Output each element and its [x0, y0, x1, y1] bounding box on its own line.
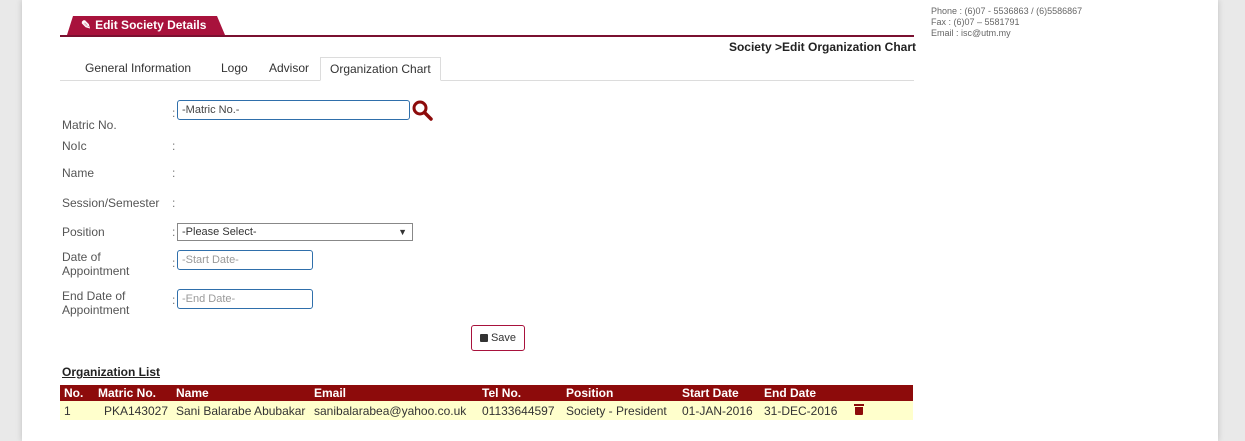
tab-organization-chart[interactable]: Organization Chart — [320, 57, 441, 81]
position-select[interactable]: -Please Select- ▼ — [177, 223, 413, 241]
end-date-input[interactable] — [177, 289, 313, 309]
col-actions — [850, 385, 913, 401]
end-date-colon: : — [172, 293, 176, 307]
save-icon — [479, 334, 488, 342]
search-icon[interactable] — [411, 99, 433, 121]
start-date-input[interactable] — [177, 250, 313, 270]
dropdown-arrow-icon: ▼ — [398, 227, 407, 237]
position-label: Position — [62, 225, 105, 239]
col-tel-no: Tel No. — [478, 385, 562, 401]
edit-society-title-tab: ✎ Edit Society Details — [67, 16, 225, 35]
position-colon: : — [172, 225, 176, 239]
col-matric-no: Matric No. — [94, 385, 172, 401]
cell-tel-no: 01133644597 — [478, 401, 562, 420]
page-title: Edit Society Details — [95, 18, 207, 32]
cell-no: 1 — [60, 401, 94, 420]
cell-name: Sani Balarabe Abubakar — [172, 401, 310, 420]
matric-input[interactable] — [177, 100, 410, 120]
cell-matric-no: PKA143027 — [94, 401, 172, 420]
matric-colon: : — [172, 106, 176, 120]
session-colon: : — [172, 196, 176, 210]
title-divider — [60, 35, 914, 37]
end-date-label-line2: Appointment — [62, 303, 130, 317]
table-header-row: No. Matric No. Name Email Tel No. Positi… — [60, 385, 913, 401]
noic-colon: : — [172, 139, 176, 153]
tab-advisor[interactable]: Advisor — [260, 57, 318, 79]
content-panel: ✎ Edit Society Details Society >Edit Orga… — [22, 0, 1218, 441]
position-selected-value: -Please Select- — [182, 226, 257, 238]
name-label: Name — [62, 166, 95, 180]
tab-general-information[interactable]: General Information — [76, 57, 200, 79]
date-appointment-label-line1: Date of — [62, 250, 101, 264]
col-email: Email — [310, 385, 478, 401]
tab-bar: General Information Logo Advisor Organiz… — [60, 57, 914, 81]
organization-list-title: Organization List — [62, 365, 161, 379]
cell-email: sanibalarabea@yahoo.co.uk — [310, 401, 478, 420]
date-appointment-colon: : — [172, 256, 176, 270]
noic-label: NoIc — [62, 139, 87, 153]
session-label: Session/Semester — [62, 196, 160, 210]
date-appointment-label: Date of Appointment — [62, 250, 129, 278]
contact-email: Email : isc@utm.my — [931, 28, 1011, 38]
table-row: 1 PKA143027 Sani Balarabe Abubakar sanib… — [60, 401, 913, 420]
col-name: Name — [172, 385, 310, 401]
cell-position: Society - President — [562, 401, 678, 420]
cell-end-date: 31-DEC-2016 — [760, 401, 850, 420]
tab-logo[interactable]: Logo — [212, 57, 257, 79]
end-date-label-line1: End Date of — [62, 289, 126, 303]
col-no: No. — [60, 385, 94, 401]
contact-phone: Phone : (6)07 - 5536863 / (6)5586867 — [931, 6, 1083, 16]
trash-icon[interactable] — [854, 403, 864, 415]
col-start-date: Start Date — [678, 385, 760, 401]
col-position: Position — [562, 385, 678, 401]
save-label: Save — [490, 332, 517, 344]
end-date-label: End Date of Appointment — [62, 289, 129, 317]
save-button[interactable]: Save — [471, 325, 525, 351]
breadcrumb: Society >Edit Organization Chart — [728, 40, 916, 54]
name-colon: : — [172, 166, 176, 180]
edit-icon: ✎ — [81, 18, 92, 32]
col-end-date: End Date — [760, 385, 850, 401]
date-appointment-label-line2: Appointment — [62, 264, 130, 278]
cell-actions — [850, 401, 913, 420]
contact-info: Phone : (6)07 - 5536863 / (6)5586867 Fax… — [931, 6, 1082, 39]
contact-fax: Fax : (6)07 – 5581791 — [931, 17, 1020, 27]
cell-start-date: 01-JAN-2016 — [678, 401, 760, 420]
organization-table: No. Matric No. Name Email Tel No. Positi… — [60, 385, 913, 420]
matric-label: Matric No. — [62, 118, 117, 132]
